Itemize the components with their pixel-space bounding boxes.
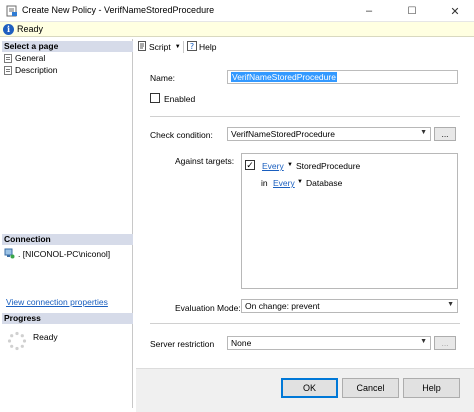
connection-text: . [NICONOL-PC\niconol] <box>18 249 111 259</box>
enabled-label: Enabled <box>164 94 196 104</box>
help-toolbar-button[interactable]: ? Help <box>187 41 216 53</box>
title-bar: Create New Policy - VerifNameStoredProce… <box>0 0 474 22</box>
target-every-link[interactable]: Every <box>262 161 284 171</box>
progress-status: Ready <box>33 332 58 342</box>
status-text: Ready <box>17 24 44 34</box>
against-targets-label: Against targets: <box>175 156 235 166</box>
page-item-label: Description <box>15 65 58 75</box>
help-toolbar-label: Help <box>199 42 217 52</box>
check-condition-select[interactable]: VerifNameStoredProcedure ▼ <box>227 127 431 141</box>
page-item-description[interactable]: Description <box>4 64 58 76</box>
separator <box>150 116 460 117</box>
target-every-database-link[interactable]: Every <box>273 178 295 188</box>
ok-button[interactable]: OK <box>281 378 338 398</box>
page-item-label: General <box>15 53 46 63</box>
server-restriction-value: None <box>231 338 252 348</box>
minimize-button[interactable]: – <box>354 0 384 22</box>
help-icon: ? <box>187 41 197 53</box>
left-panel: Select a page General Description Connec… <box>2 39 133 408</box>
toolbar-separator <box>183 41 184 53</box>
page-item-general[interactable]: General <box>4 52 45 64</box>
minimize-icon: – <box>365 5 373 17</box>
view-connection-properties-link[interactable]: View connection properties <box>6 297 108 307</box>
evaluation-mode-value: On change: prevent <box>245 301 320 311</box>
maximize-icon: ☐ <box>407 5 417 17</box>
dropdown-arrow-icon[interactable]: ▼ <box>297 179 303 185</box>
select-page-header: Select a page <box>2 41 133 52</box>
maximize-button[interactable]: ☐ <box>397 0 427 22</box>
progress-header: Progress <box>2 313 133 324</box>
evaluation-mode-select[interactable]: On change: prevent ▼ <box>241 299 458 313</box>
dropdown-arrow-icon[interactable]: ▼ <box>287 162 293 168</box>
window-title: Create New Policy - VerifNameStoredProce… <box>22 5 215 15</box>
chevron-down-icon: ▼ <box>420 338 427 345</box>
info-icon: i <box>3 24 14 35</box>
name-input-value: VerifNameStoredProcedure <box>231 72 337 82</box>
target-database: Database <box>306 178 343 188</box>
check-condition-browse-button[interactable]: ... <box>434 127 456 141</box>
server-restriction-label: Server restriction <box>150 339 215 349</box>
name-input[interactable]: VerifNameStoredProcedure <box>227 70 458 84</box>
page-icon <box>4 53 12 63</box>
server-restriction-browse-button: ... <box>434 336 456 350</box>
chevron-down-icon: ▼ <box>420 129 427 136</box>
script-label: Script <box>149 42 171 52</box>
targets-box: ✓ Every ▼ StoredProcedure in Every ▼ Dat… <box>241 153 458 289</box>
script-button[interactable]: Script ▼ <box>138 41 181 53</box>
toolbar: Script ▼ ? Help <box>136 39 472 55</box>
script-icon <box>138 41 147 53</box>
connection-header: Connection <box>2 234 133 245</box>
check-condition-value: VerifNameStoredProcedure <box>231 129 335 139</box>
server-connection-icon <box>4 248 15 259</box>
target-checkbox[interactable]: ✓ <box>245 160 255 170</box>
enabled-checkbox[interactable] <box>150 93 160 103</box>
target-in-label: in <box>261 178 268 188</box>
help-button[interactable]: Help <box>403 378 460 398</box>
chevron-down-icon: ▼ <box>447 301 454 308</box>
server-restriction-select[interactable]: None ▼ <box>227 336 431 350</box>
name-label: Name: <box>150 73 176 83</box>
close-icon: ✕ <box>450 5 460 18</box>
separator <box>150 323 460 324</box>
status-bar: i Ready <box>0 22 474 37</box>
check-condition-label: Check condition: <box>150 130 213 140</box>
evaluation-mode-label: Evaluation Mode: <box>175 303 241 313</box>
cancel-button[interactable]: Cancel <box>342 378 399 398</box>
page-icon <box>4 65 12 75</box>
target-type: StoredProcedure <box>296 161 361 171</box>
policy-app-icon <box>6 5 18 17</box>
svg-text:?: ? <box>190 42 194 51</box>
dropdown-arrow-icon: ▼ <box>174 44 181 50</box>
progress-spinner-icon <box>7 331 27 351</box>
close-button[interactable]: ✕ <box>440 0 470 22</box>
